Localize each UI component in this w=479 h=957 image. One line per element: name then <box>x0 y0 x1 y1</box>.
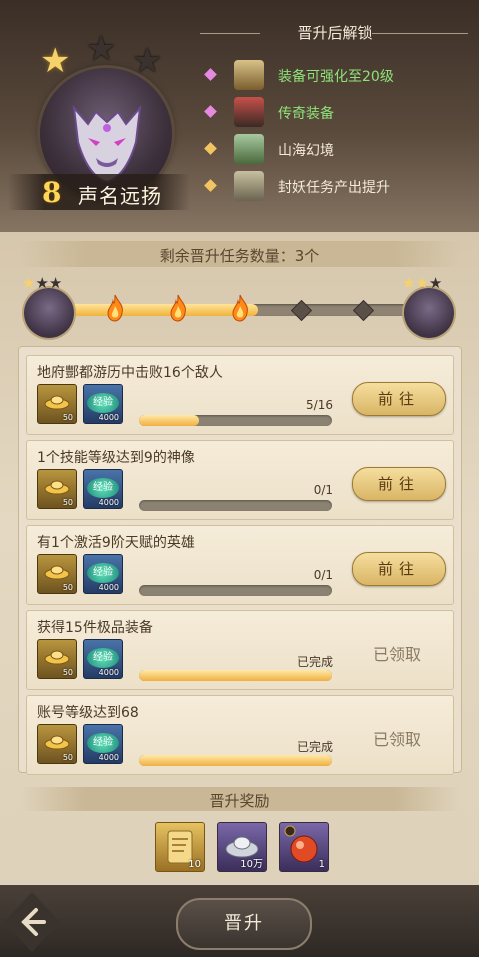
task-progress-text: 0/1 <box>313 568 333 582</box>
unlock-item-label: 传奇装备 <box>278 106 334 122</box>
task-progress-fill <box>139 670 332 681</box>
reward-quantity: 10万 <box>240 859 263 870</box>
task-title: 获得15件极品装备 <box>37 620 153 636</box>
star-empty-icon: ★ <box>132 41 163 81</box>
task-title: 1个技能等级达到9的神像 <box>37 450 195 466</box>
reward-quantity: 4000 <box>98 668 119 677</box>
go-button[interactable]: 前往 <box>352 467 446 501</box>
task-card: 有1个激活9阶天赋的英雄 50 经验 4000 0/1 前往 <box>26 525 454 605</box>
shanhai-realm-icon <box>234 134 264 164</box>
flame-node-icon <box>229 294 249 322</box>
reward-quantity: 4000 <box>98 413 119 422</box>
reward-quantity: 4000 <box>98 498 119 507</box>
next-rank-emblem-icon <box>404 288 454 338</box>
task-title: 账号等级达到68 <box>37 705 139 721</box>
silver-ingot-icon[interactable]: 10万 <box>217 822 267 872</box>
unlock-item-label: 装备可强化至20级 <box>278 69 394 85</box>
reward-quantity: 4000 <box>98 583 119 592</box>
task-progress-text: 已完成 <box>296 740 333 754</box>
exp-icon[interactable]: 经验 4000 <box>83 639 123 679</box>
reward-quantity: 10 <box>188 859 201 870</box>
task-card: 1个技能等级达到9的神像 50 经验 4000 0/1 前往 <box>26 440 454 520</box>
reward-quantity: 50 <box>62 753 73 762</box>
exp-label: 经验 <box>87 563 119 583</box>
exp-label: 经验 <box>87 478 119 498</box>
unlock-item-label: 封妖任务产出提升 <box>278 180 390 196</box>
bullet-diamond-icon <box>204 105 217 118</box>
gold-ingot-icon[interactable]: 50 <box>37 469 77 509</box>
locked-node-icon <box>290 299 313 322</box>
next-rank-stars: ★★★ <box>402 274 443 292</box>
demon-sealing-task-icon <box>234 171 264 201</box>
gold-ingot-icon[interactable]: 50 <box>37 554 77 594</box>
exp-label: 经验 <box>87 733 119 753</box>
rank-title: 声名远扬 <box>78 184 162 208</box>
flame-node-icon <box>104 294 124 322</box>
star-filled-icon: ★ <box>40 41 71 81</box>
promote-button[interactable]: 晋升 <box>176 898 312 950</box>
task-card: 地府酆都游历中击败16个敌人 50 经验 4000 5/16 前往 <box>26 355 454 435</box>
star-empty-icon: ★ <box>86 29 117 69</box>
current-rank-emblem-icon <box>24 288 74 338</box>
task-progress-text: 5/16 <box>306 398 333 412</box>
exp-label: 经验 <box>87 648 119 668</box>
legendary-equipment-icon <box>234 97 264 127</box>
claimed-label: 已领取 <box>373 645 422 664</box>
red-orb-icon[interactable]: 1 <box>279 822 329 872</box>
scroll-icon[interactable]: 10 <box>155 822 205 872</box>
demon-mask-icon <box>72 104 142 184</box>
bullet-diamond-icon <box>204 142 217 155</box>
exp-label: 经验 <box>87 393 119 413</box>
unlock-item: 传奇装备 <box>202 97 472 127</box>
task-progress-text: 已完成 <box>296 655 333 669</box>
equipment-upgrade-icon <box>234 60 264 90</box>
unlock-item: 山海幻境 <box>202 134 472 164</box>
reward-quantity: 50 <box>62 583 73 592</box>
reward-quantity: 1 <box>318 859 325 870</box>
task-progress-track <box>139 585 332 596</box>
locked-node-icon <box>352 299 375 322</box>
task-card: 获得15件极品装备 50 经验 4000 已完成 已领取 <box>26 610 454 690</box>
exp-icon[interactable]: 经验 4000 <box>83 554 123 594</box>
reward-quantity: 4000 <box>98 753 119 762</box>
unlock-item-label: 山海幻境 <box>278 143 334 159</box>
exp-icon[interactable]: 经验 4000 <box>83 469 123 509</box>
unlock-item: 封妖任务产出提升 <box>202 171 472 201</box>
reward-quantity: 50 <box>62 498 73 507</box>
task-title: 有1个激活9阶天赋的英雄 <box>37 535 195 551</box>
go-button[interactable]: 前往 <box>352 382 446 416</box>
unlock-panel-title: 晋升后解锁 <box>297 24 373 42</box>
reward-quantity: 50 <box>62 668 73 677</box>
bullet-diamond-icon <box>204 68 217 81</box>
gold-ingot-icon[interactable]: 50 <box>37 639 77 679</box>
gold-ingot-icon[interactable]: 50 <box>37 384 77 424</box>
task-progress-text: 0/1 <box>313 483 333 497</box>
go-button[interactable]: 前往 <box>352 552 446 586</box>
flame-node-icon <box>167 294 187 322</box>
rewards-title: 晋升奖励 <box>209 792 270 810</box>
gold-ingot-icon[interactable]: 50 <box>37 724 77 764</box>
unlock-item: 装备可强化至20级 <box>202 60 472 90</box>
task-card: 账号等级达到68 50 经验 4000 已完成 已领取 <box>26 695 454 775</box>
task-progress-fill <box>139 755 332 766</box>
claimed-label: 已领取 <box>373 730 422 749</box>
exp-icon[interactable]: 经验 4000 <box>83 724 123 764</box>
task-title: 地府酆都游历中击败16个敌人 <box>37 365 223 381</box>
bullet-diamond-icon <box>204 179 217 192</box>
task-progress-fill <box>139 415 199 426</box>
reward-quantity: 50 <box>62 413 73 422</box>
current-rank-stars: ★★★ <box>22 274 63 292</box>
remaining-tasks-label: 剩余晋升任务数量：3个 <box>159 247 320 265</box>
rank-level-number: 8 <box>42 176 62 209</box>
task-progress-track <box>139 500 332 511</box>
exp-icon[interactable]: 经验 4000 <box>83 384 123 424</box>
